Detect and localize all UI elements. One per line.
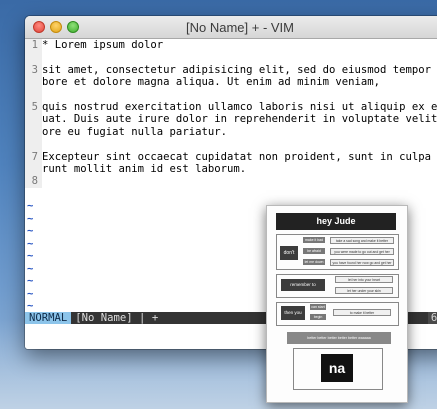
row-box-3: let me down: [303, 259, 325, 265]
text-line[interactable]: 8: [25, 175, 437, 188]
title-bar[interactable]: [No Name] + - VIM: [25, 16, 437, 39]
line-number: 3: [25, 63, 42, 77]
text-line[interactable]: [25, 51, 437, 64]
line-number: 8: [25, 175, 42, 188]
better-bar: better better better better better waaaa…: [287, 332, 391, 344]
line-number: 1: [25, 39, 42, 52]
text-line[interactable]: 3 sit amet, consectetur adipisicing elit,…: [25, 63, 437, 77]
tilde-marker: ~: [27, 212, 34, 225]
line-text: quis nostrud exercitation ullamco labori…: [42, 100, 437, 113]
dont-box: don't: [280, 246, 298, 260]
remember-text-2: let her under your skin: [335, 287, 393, 294]
na-box: na: [321, 354, 353, 382]
line-text: ore eu fugiat nulla pariatur.: [42, 125, 227, 138]
text-line[interactable]: 7 Excepteur sint occaecat cupidatat non p…: [25, 150, 437, 163]
preview-title: hey Jude: [276, 213, 396, 230]
remember-text-1: let her into your heart: [335, 276, 393, 283]
tilde-marker: ~: [27, 237, 34, 250]
window-title: [No Name] + - VIM: [186, 20, 294, 35]
tilde-marker: ~: [27, 225, 34, 237]
mode-indicator: NORMAL: [25, 312, 72, 324]
then-you-option-2: begin: [310, 314, 326, 320]
text-line[interactable]: runt mollit anim id est laborum.: [25, 162, 437, 176]
tilde-marker: ~: [27, 287, 34, 300]
tilde-marker: ~: [27, 200, 34, 212]
text-line[interactable]: uat. Duis aute irure dolor in reprehende…: [25, 113, 437, 126]
line-number: [25, 51, 42, 64]
row-text-1: take a sad song and make it better: [330, 237, 394, 244]
row-text-3: you have found her now go and get her: [330, 259, 394, 266]
line-text: sit amet, consectetur adipisicing elit, …: [42, 63, 432, 76]
line-number: [25, 125, 42, 139]
then-you-option-1: can start: [310, 304, 326, 310]
line-text: * Lorem ipsum dolor: [42, 39, 164, 51]
empty-line-markers: ~ ~ ~ ~ ~ ~ ~ ~ ~: [25, 200, 37, 313]
text-line[interactable]: [25, 88, 437, 101]
line-number: [25, 138, 42, 151]
text-line[interactable]: 1 * Lorem ipsum dolor: [25, 39, 437, 52]
text-line[interactable]: [25, 138, 437, 151]
line-number: [25, 162, 42, 176]
line-number: [25, 76, 42, 89]
status-filename: [No Name] | +: [75, 312, 159, 324]
preview-document[interactable]: hey Jude don't make it bad be afraid let…: [266, 205, 408, 403]
tilde-marker: ~: [27, 250, 34, 262]
line-text: runt mollit anim id est laborum.: [42, 162, 247, 175]
tilde-marker: ~: [27, 300, 34, 312]
line-text: Excepteur sint occaecat cupidatat non pr…: [42, 150, 432, 163]
then-you-box: then you: [281, 306, 305, 320]
text-line[interactable]: bore et dolore magna aliqua. Ut enim ad …: [25, 76, 437, 89]
then-you-text: to make it better: [333, 309, 391, 316]
line-number: 7: [25, 150, 42, 163]
tilde-marker: ~: [27, 262, 34, 275]
row-text-2: you were made to go out and get her: [330, 248, 394, 255]
status-percent: 62%: [427, 312, 437, 324]
remember-box: remember to: [281, 279, 325, 291]
row-box-1: make it bad: [303, 237, 325, 243]
tilde-marker: ~: [27, 275, 34, 287]
row-box-2: be afraid: [303, 248, 325, 254]
line-text: uat. Duis aute irure dolor in reprehende…: [42, 113, 437, 126]
text-line[interactable]: 5 quis nostrud exercitation ullamco labor…: [25, 100, 437, 114]
line-text: bore et dolore magna aliqua. Ut enim ad …: [42, 76, 381, 89]
line-number: 5: [25, 100, 42, 114]
line-number: [25, 113, 42, 126]
text-line[interactable]: ore eu fugiat nulla pariatur.: [25, 125, 437, 139]
line-number: [25, 88, 42, 101]
